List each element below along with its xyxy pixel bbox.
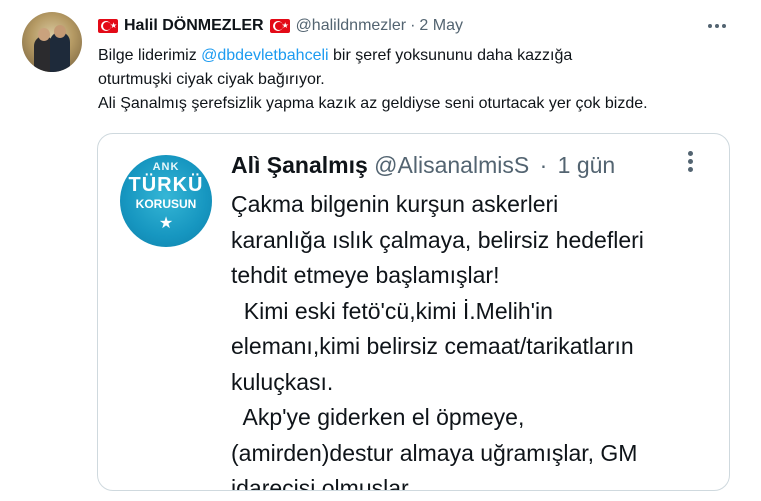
quoted-text-line: idarecisi olmuşlar. (231, 475, 414, 491)
quoted-text-line: Akp'ye giderken el öpmeye, (231, 404, 525, 430)
more-vertical-icon[interactable] (683, 148, 697, 182)
tweet-text: Bilge liderimiz @dbdevletbahceli bir şer… (98, 44, 738, 116)
more-horizontal-icon[interactable] (705, 14, 729, 38)
star-icon: ★ (158, 215, 174, 232)
text-fragment: Bilge liderimiz (98, 47, 202, 64)
quoted-text-line: elemanı,kimi belirsiz cemaat/tarikatları… (231, 333, 634, 359)
quoted-avatar-text: ANK (152, 161, 180, 173)
quoted-text-line: tehdit etmeye başlamışlar! (231, 262, 500, 288)
author-name[interactable]: Halil DÖNMEZLER (124, 17, 264, 35)
quoted-date[interactable]: 1 gün (558, 152, 616, 178)
tweet-date[interactable]: 2 May (419, 17, 463, 35)
avatar-head (38, 28, 50, 41)
quoted-text-line: karanlığa ıslık çalmaya, belirsiz hedefl… (231, 226, 644, 253)
quoted-author-name[interactable]: Alì Şanalmış (231, 152, 368, 178)
quoted-tweet-card[interactable]: ANK TÜRKÜ KORUSUN ★ Alì Şanalmış @Alisan… (97, 133, 730, 491)
avatar-head (54, 25, 66, 38)
quoted-avatar[interactable]: ANK TÜRKÜ KORUSUN ★ (120, 155, 212, 247)
quoted-header: Alì Şanalmış @AlisanalmisS · 1 gün (231, 150, 615, 180)
quoted-author-handle[interactable]: @AlisanalmisS (374, 152, 529, 178)
quoted-avatar-text: TÜRKÜ (128, 174, 204, 196)
tweet-header: ★ Halil DÖNMEZLER ★ @halildnmezler · 2 M… (98, 14, 463, 38)
text-fragment: bir şeref yoksununu daha kazzığa (328, 47, 573, 64)
turkey-flag-icon: ★ (98, 19, 118, 33)
author-handle[interactable]: @halildnmezler (296, 17, 407, 35)
quoted-text: Çakma bilgenin kurşun askerleri karanlığ… (231, 187, 721, 491)
separator-dot: · (539, 152, 548, 178)
quoted-text-line: Kimi eski fetö'cü,kimi İ.Melih'in (231, 297, 553, 324)
tweet-text-line: Bilge liderimiz @dbdevletbahceli bir şer… (98, 44, 738, 68)
quoted-text-line: kuluçkası. (231, 368, 334, 395)
quoted-text-line: (amirden)destur almaya uğramışlar, GM (231, 439, 638, 466)
separator-dot: · (410, 17, 416, 34)
tweet-text-line: Ali Şanalmış şerefsizlik yapma kazık az … (98, 95, 648, 112)
quoted-text-line: Çakma bilgenin kurşun askerleri (231, 191, 559, 217)
tweet-text-line: oturtmuşki ciyak ciyak bağırıyor. (98, 71, 325, 88)
turkey-flag-icon: ★ (269, 19, 290, 33)
mention-link[interactable]: @dbdevletbahceli (201, 47, 328, 64)
quoted-avatar-text: KORUSUN (135, 197, 197, 211)
tweet: ★ Halil DÖNMEZLER ★ @halildnmezler · 2 M… (0, 0, 761, 501)
avatar-figure (50, 32, 70, 72)
avatar[interactable] (22, 12, 82, 72)
